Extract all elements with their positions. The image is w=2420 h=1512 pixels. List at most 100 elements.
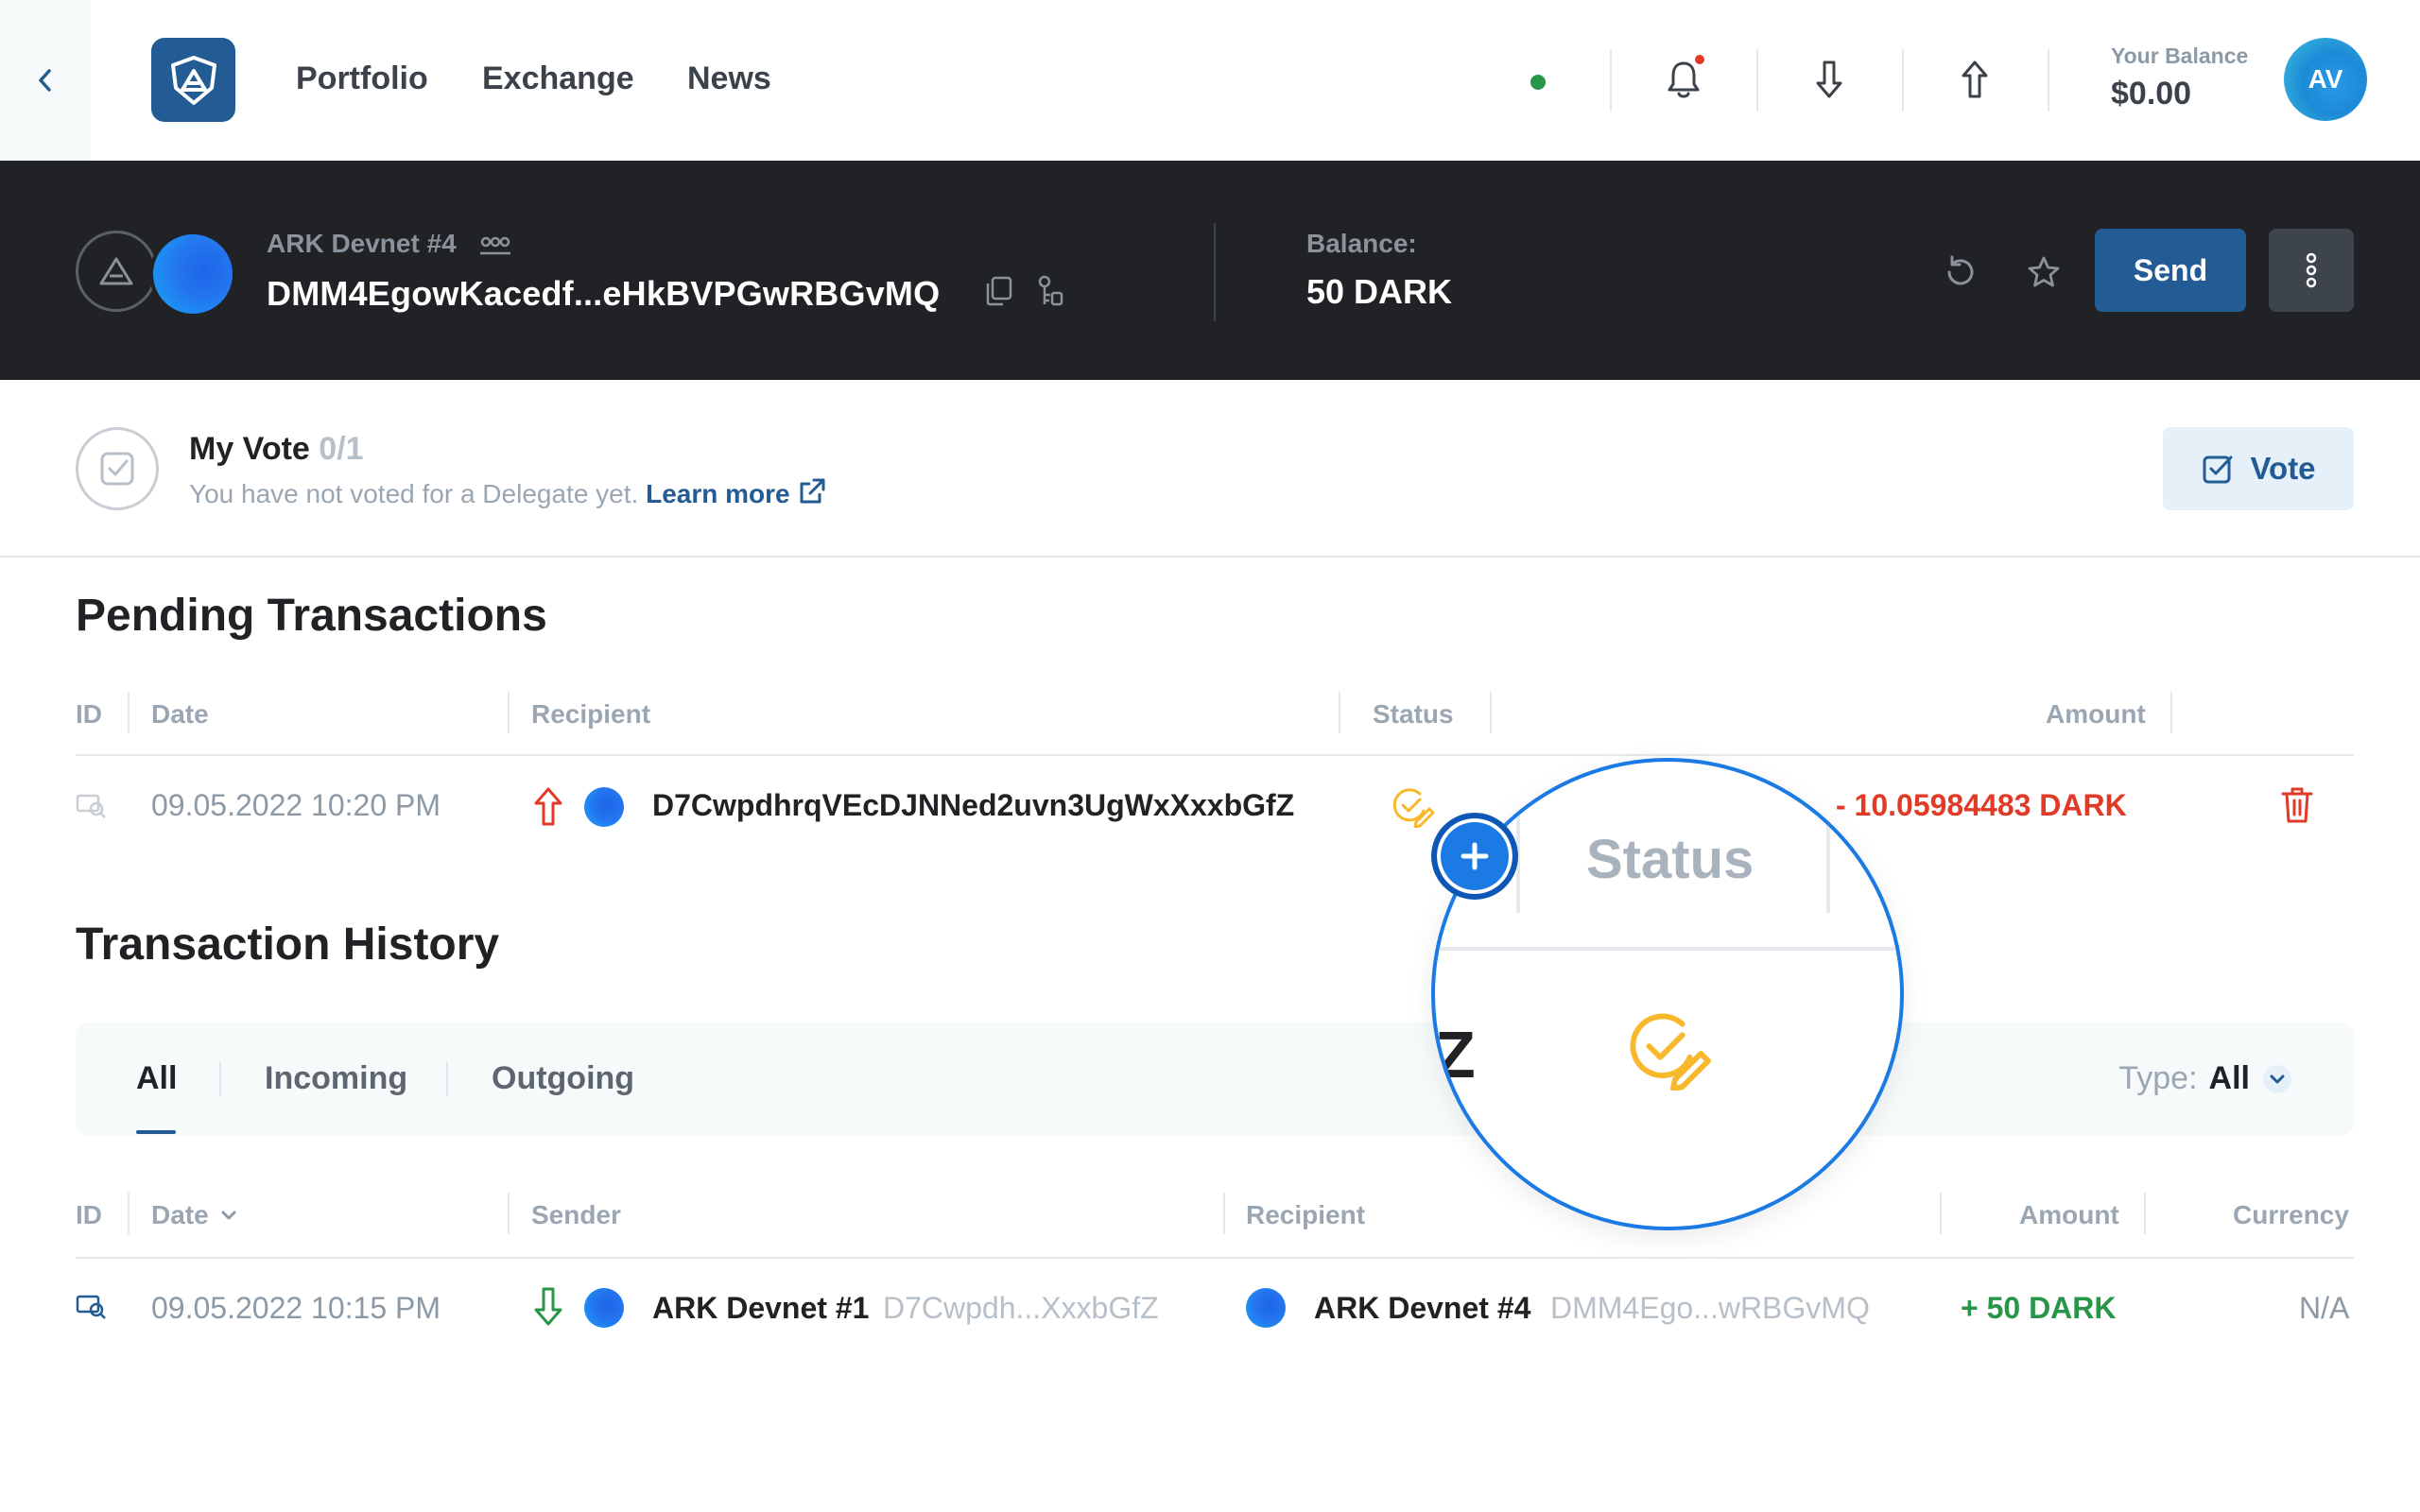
wallet-avatar [149, 231, 236, 318]
vote-icon [2203, 455, 2233, 484]
star-icon [2028, 256, 2060, 287]
network-icon [76, 231, 157, 312]
chevron-down-icon [2263, 1064, 2291, 1093]
wallet-name: ARK Devnet #4 [267, 229, 457, 258]
vote-count: 0/1 [319, 431, 364, 467]
nav-portfolio[interactable]: Portfolio [296, 60, 428, 97]
recipient-name: ARK Devnet #4 [1314, 1291, 1531, 1325]
divider [1214, 223, 1216, 321]
divider [1223, 1193, 1225, 1234]
history-date: 09.05.2022 10:15 PM [151, 1291, 441, 1325]
trash-icon [2281, 787, 2313, 823]
wallet-header: ARK Devnet #4 DMM4EgowKacedf...eHkBVPGwR… [0, 161, 2420, 380]
top-navigation: Portfolio Exchange News Your Balance $0.… [0, 0, 2420, 161]
transaction-id-icon[interactable] [76, 1293, 108, 1321]
refresh-icon [1947, 255, 1974, 285]
connection-status-dot [1530, 75, 1546, 90]
nav-news[interactable]: News [687, 60, 771, 97]
sender-name: ARK Devnet #1 [652, 1291, 870, 1325]
send-nav-button[interactable] [1946, 51, 2003, 108]
table-divider [1435, 947, 1900, 951]
vote-button[interactable]: Vote [2163, 427, 2354, 510]
pending-header-id: ID [76, 699, 102, 729]
recipient-address: DMM4Ego...wRBGvMQ [1550, 1291, 1870, 1325]
receive-button[interactable] [1801, 51, 1858, 108]
key-icon [1038, 275, 1063, 306]
sort-chevron-icon [221, 1211, 236, 1220]
pending-header-recipient: Recipient [531, 699, 651, 729]
vote-title-text: My Vote [189, 431, 310, 467]
history-header-id: ID [76, 1200, 102, 1229]
tab-all[interactable]: All [136, 1060, 177, 1097]
pending-header-status: Status [1373, 699, 1454, 729]
back-button[interactable] [0, 0, 91, 161]
pending-date: 09.05.2022 10:20 PM [151, 788, 441, 822]
divider [1756, 49, 1758, 112]
vote-status-icon [76, 427, 159, 510]
magnified-status-header: Status [1586, 829, 1754, 890]
divider [2048, 49, 2049, 112]
plus-icon [1461, 842, 1489, 870]
arrow-down-icon [1816, 60, 1842, 98]
notification-badge [1693, 53, 1706, 66]
vote-subtitle: You have not voted for a Delegate yet. L… [189, 476, 827, 509]
user-avatar[interactable]: AV [2284, 38, 2367, 121]
magnified-pending-status-icon [1630, 1013, 1711, 1091]
type-filter-value: All [2208, 1060, 2250, 1096]
divider [128, 1193, 130, 1234]
learn-more-link[interactable]: Learn more [646, 479, 790, 508]
delete-transaction-button[interactable] [2278, 784, 2316, 831]
history-header-date[interactable]: Date [151, 1200, 239, 1230]
copy-icon [986, 276, 1012, 306]
external-link-icon[interactable] [797, 476, 827, 507]
avatar-initials: AV [2308, 64, 2343, 94]
send-button[interactable]: Send [2095, 229, 2246, 312]
arrow-up-icon [1962, 60, 1988, 98]
pending-recipient-address: D7CwpdhrqVEcDJNNed2uvn3UgWxXxxbGfZ [652, 788, 1295, 822]
transaction-history-title: Transaction History [76, 919, 500, 970]
vote-section: My Vote 0/1 You have not voted for a Del… [0, 380, 2420, 558]
notifications-button[interactable] [1655, 51, 1712, 108]
history-tabs: All Incoming Outgoing Type: All [76, 1022, 2354, 1136]
ark-logo-icon [99, 257, 133, 285]
vote-subtitle-text: You have not voted for a Delegate yet. [189, 479, 639, 508]
wallet-address: DMM4EgowKacedf...eHkBVPGwRBGvMQ [267, 274, 941, 313]
sender-avatar [584, 1288, 624, 1328]
nav-exchange[interactable]: Exchange [482, 60, 634, 97]
copy-address-button[interactable] [976, 268, 1021, 314]
vote-title: My Vote 0/1 [189, 431, 364, 468]
history-header-amount: Amount [2019, 1200, 2119, 1229]
more-options-button[interactable] [2269, 229, 2354, 312]
star-button[interactable] [2021, 249, 2066, 295]
balance-value: $0.00 [2111, 76, 2192, 112]
divider [1826, 809, 1830, 913]
public-key-button[interactable] [1028, 268, 1074, 314]
recipient-avatar [584, 787, 624, 827]
type-filter-dropdown[interactable]: Type: All [2118, 1060, 2293, 1097]
magnified-address-fragment: Z [1435, 1018, 1476, 1091]
divider [1902, 49, 1904, 112]
tab-incoming[interactable]: Incoming [265, 1060, 407, 1097]
divider [1940, 1193, 1942, 1234]
divider [1490, 692, 1492, 733]
divider [2144, 1193, 2146, 1234]
pending-header-date: Date [151, 699, 209, 729]
pending-amount: - 10.05984483 DARK [1836, 788, 2127, 822]
history-header-currency: Currency [2233, 1200, 2349, 1229]
divider [219, 1062, 221, 1096]
divider [1339, 692, 1340, 733]
history-header-sender: Sender [531, 1200, 621, 1229]
zoom-plus-button[interactable] [1431, 813, 1518, 900]
vote-check-icon [100, 452, 134, 486]
type-filter-label: Type: [2118, 1060, 2198, 1096]
balance-label: Your Balance [2111, 43, 2249, 68]
recipient-avatar [1246, 1288, 1286, 1328]
transaction-id-icon[interactable] [76, 792, 108, 820]
history-amount: + 50 DARK [1961, 1291, 2117, 1325]
tab-outgoing[interactable]: Outgoing [492, 1060, 634, 1097]
outgoing-arrow-icon [534, 787, 562, 826]
history-currency: N/A [2299, 1291, 2350, 1325]
app-logo[interactable] [151, 38, 235, 122]
sync-button[interactable] [1938, 249, 1983, 295]
table-divider [76, 1257, 2354, 1259]
